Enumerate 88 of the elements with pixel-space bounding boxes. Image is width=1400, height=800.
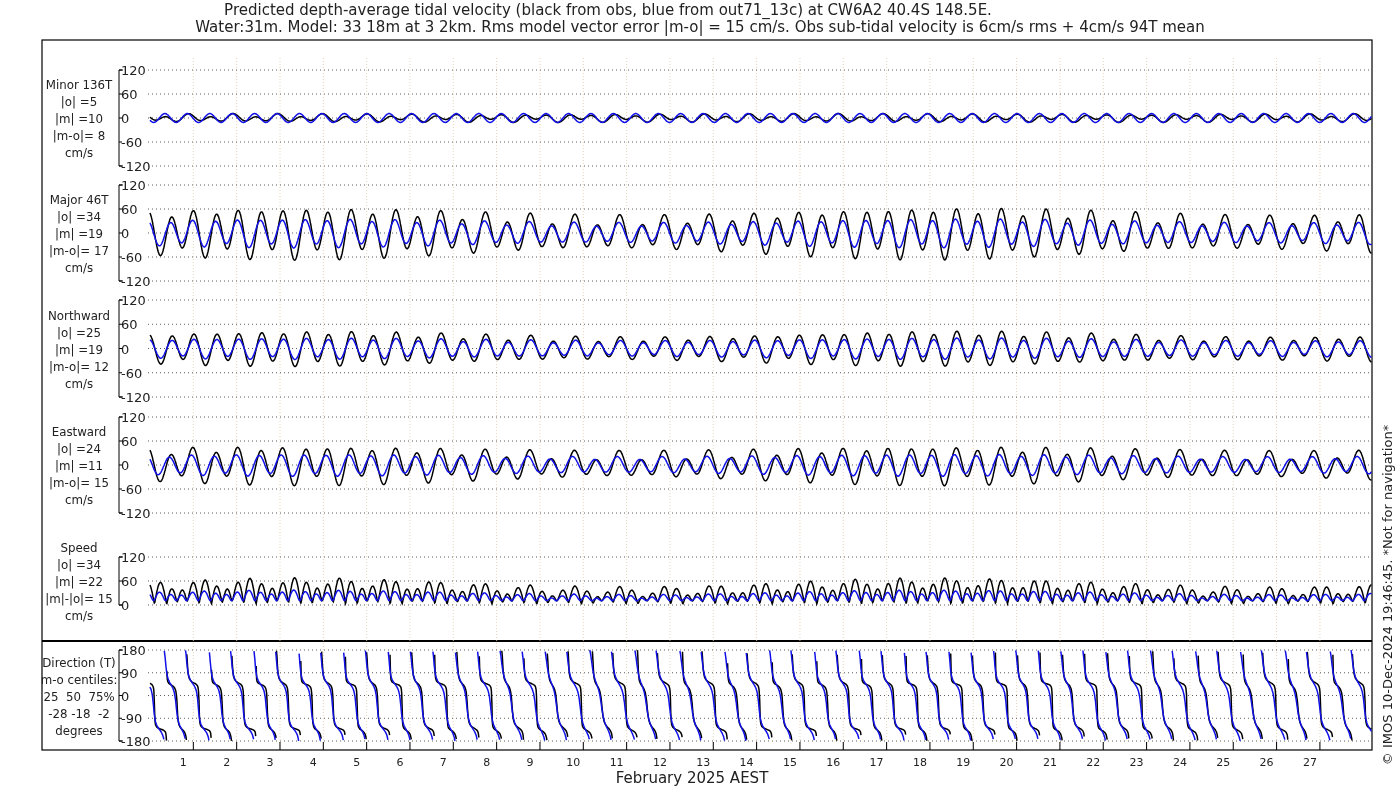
panel-label: degrees <box>55 723 103 738</box>
day-label: 25 <box>1216 756 1231 769</box>
axis-tick-label: -60 <box>121 135 143 150</box>
axis-tick-label: -120 <box>121 506 151 521</box>
day-label: 5 <box>353 756 361 769</box>
panel-label: cm/s <box>64 609 94 623</box>
axis-tick-label: -120 <box>121 390 151 405</box>
axis-tick-label: 120 <box>121 293 146 308</box>
panel-label: cm/s <box>64 493 94 507</box>
day-label: 9 <box>526 756 534 769</box>
axis-tick-label: 120 <box>121 178 146 193</box>
day-label: 2 <box>223 756 231 769</box>
axis-tick-label: -60 <box>121 365 143 381</box>
day-label: 15 <box>782 756 797 769</box>
panel-label: |m| =19 <box>54 227 104 241</box>
axis-tick-label: 0 <box>121 688 130 704</box>
axis-tick-label: -120 <box>121 274 151 289</box>
panel-label: |o| =34 <box>57 210 101 224</box>
axis-tick-label: -60 <box>121 250 143 265</box>
axis-tick-label: 180 <box>121 643 146 658</box>
day-label: 16 <box>826 756 841 769</box>
day-label: 23 <box>1129 756 1144 769</box>
day-label: 7 <box>439 756 447 769</box>
panel-label: Northward <box>48 308 110 323</box>
panel-label: cm/s <box>64 146 94 160</box>
panel-label: Speed <box>60 541 98 555</box>
axis-tick-label: -60 <box>121 482 143 497</box>
day-label: 8 <box>483 756 491 769</box>
panel-label: |o| =5 <box>60 95 98 109</box>
day-label: 3 <box>266 756 274 769</box>
axis-tick-label: 60 <box>121 87 138 102</box>
axis-tick-label: 60 <box>121 434 138 449</box>
panel-label: |m-o|= 15 <box>49 476 109 490</box>
panel-label: -28 -18 -2 <box>48 706 110 721</box>
axis-tick-label: -120 <box>121 159 151 174</box>
axis-tick-label: 0 <box>121 598 130 613</box>
panel-label: |o| =24 <box>57 442 101 456</box>
panel-label: Eastward <box>51 425 107 439</box>
panel-label: |m-o|= 12 <box>49 359 109 374</box>
axis-tick-label: 90 <box>121 665 138 681</box>
day-label: 19 <box>956 756 971 769</box>
panel-label: |m-o|= 8 <box>52 129 106 143</box>
day-label: 20 <box>999 756 1014 769</box>
axis-tick-label: 60 <box>121 574 138 589</box>
day-label: 14 <box>739 756 754 769</box>
day-label: 13 <box>696 756 711 769</box>
day-label: 11 <box>609 756 624 769</box>
panel-label: cm/s <box>64 376 94 391</box>
axis-tick-label: 0 <box>121 111 130 126</box>
axis-tick-label: 120 <box>121 550 146 565</box>
chart-title: Water:31m. Model: 33 18m at 3 2km. Rms model vector error |m-o| = 15 cm/s. Obs sub-tidal velocity is 6cm/s rms + 4cm/s 94T mean <box>195 18 1205 36</box>
panel-label: |m| =22 <box>54 575 104 589</box>
day-label: 18 <box>912 756 927 769</box>
day-label: 4 <box>309 756 317 769</box>
day-label: 12 <box>652 756 667 769</box>
axis-tick-label: 60 <box>121 202 138 217</box>
axis-tick-label: 0 <box>121 341 130 357</box>
axis-title: February 2025 AEST <box>615 769 769 787</box>
panel-label: Minor 136T <box>45 78 113 92</box>
day-label: 26 <box>1259 756 1274 769</box>
axis-tick-label: 120 <box>121 410 146 425</box>
panel-label: |m| =11 <box>54 459 104 473</box>
axis-tick-label: 120 <box>121 63 146 78</box>
panel-label: |m| =10 <box>54 112 104 126</box>
axis-tick-label: -180 <box>121 734 151 749</box>
panel-label: |o| =25 <box>57 325 101 340</box>
panel-label: |o| =34 <box>57 558 101 572</box>
panel-label: 25 50 75% <box>43 689 115 704</box>
day-label: 17 <box>869 756 884 769</box>
day-label: 6 <box>396 756 404 769</box>
day-label: 1 <box>179 756 187 769</box>
day-label: 21 <box>1042 756 1057 769</box>
axis-tick-label: -90 <box>121 711 143 727</box>
day-label: 24 <box>1172 756 1187 769</box>
chart-title: Predicted depth-average tidal velocity (black from obs, blue from out71_13c) at CW6A2 40.4S 148.5E. <box>224 1 992 19</box>
axis-tick-label: 0 <box>121 458 130 473</box>
axis-tick-label: 0 <box>121 226 130 241</box>
panel-label: Major 46T <box>49 193 109 207</box>
panel-label: |m|-|o|= 15 <box>45 592 113 606</box>
day-label: 10 <box>566 756 581 769</box>
panel-label: |m| =19 <box>54 342 104 357</box>
panel-label: cm/s <box>64 261 94 275</box>
day-label: 27 <box>1302 756 1317 769</box>
panel-label: |m-o|= 17 <box>49 244 109 258</box>
credit-text: © IMOS 10-Dec-2024 19:46:45. *Not for navigation* <box>1380 424 1395 766</box>
axis-tick-label: 60 <box>121 317 138 333</box>
day-label: 22 <box>1086 756 1101 769</box>
panel-label: Direction (T) <box>42 655 116 670</box>
